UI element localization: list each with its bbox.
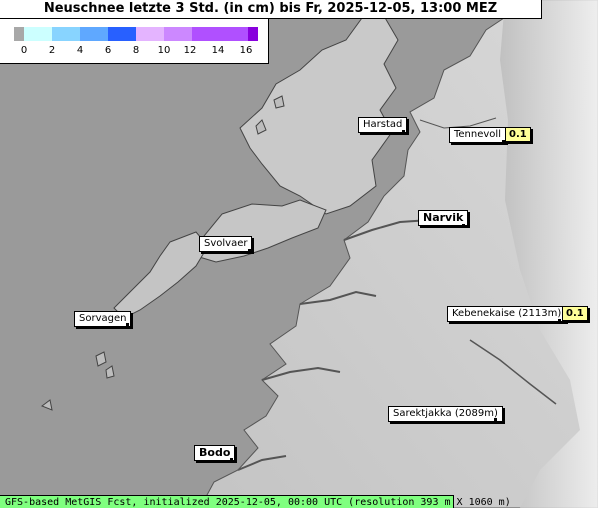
place-label-tennevoll: Tennevoll: [449, 127, 506, 143]
legend-tick-4: 4: [76, 45, 84, 56]
legend-swatch-12-16: [192, 27, 248, 41]
place-marker-narvik: [462, 224, 465, 227]
legend-tick-6: 6: [104, 45, 112, 56]
legend-swatch-over-16: [248, 27, 258, 41]
snow-legend: 0 2 4 6 8 10 12 14 16: [0, 19, 269, 64]
place-label-sarektjakka: Sarektjakka (2089m): [388, 406, 503, 422]
place-marker-bodo: [230, 458, 233, 461]
legend-swatch-8-10: [136, 27, 164, 41]
place-marker-svolvaer: [248, 249, 251, 252]
legend-swatch-6-8: [108, 27, 136, 41]
legend-tick-0: 0: [20, 45, 28, 56]
legend-tick-16: 16: [239, 45, 253, 56]
place-marker-sorvagen: [126, 323, 129, 326]
place-label-harstad: Harstad: [358, 117, 408, 133]
legend-color-bar: [14, 27, 258, 41]
legend-tick-2: 2: [48, 45, 56, 56]
legend-tick-14: 14: [211, 45, 225, 56]
legend-swatch-none: [14, 27, 24, 41]
legend-swatch-2-4: [52, 27, 80, 41]
legend-tick-10: 10: [157, 45, 171, 56]
snow-value-tennevoll: 0.1: [505, 127, 531, 142]
place-label-narvik: Narvik: [418, 210, 469, 226]
forecast-footer: GFS-based MetGIS Fcst, initialized 2025-…: [0, 495, 511, 508]
terrain-map: [0, 0, 598, 508]
legend-swatch-0-2: [24, 27, 52, 41]
place-label-sorvagen: Sorvagen: [74, 311, 132, 327]
legend-tick-8: 8: [132, 45, 140, 56]
legend-tick-12: 12: [183, 45, 197, 56]
snow-map: Neuschnee letzte 3 Std. (in cm) bis Fr, …: [0, 0, 598, 508]
place-label-svolvaer: Svolvaer: [199, 236, 253, 252]
place-label-kebenekaise: Kebenekaise (2113m): [447, 306, 567, 322]
place-marker-sarektjakka: [494, 418, 497, 421]
legend-swatch-10-12: [164, 27, 192, 41]
snow-value-kebenekaise: 0.1: [562, 306, 588, 321]
legend-swatch-4-6: [80, 27, 108, 41]
map-title: Neuschnee letzte 3 Std. (in cm) bis Fr, …: [0, 0, 542, 19]
place-marker-kebenekaise: [558, 319, 561, 322]
place-marker-harstad: [402, 130, 405, 133]
